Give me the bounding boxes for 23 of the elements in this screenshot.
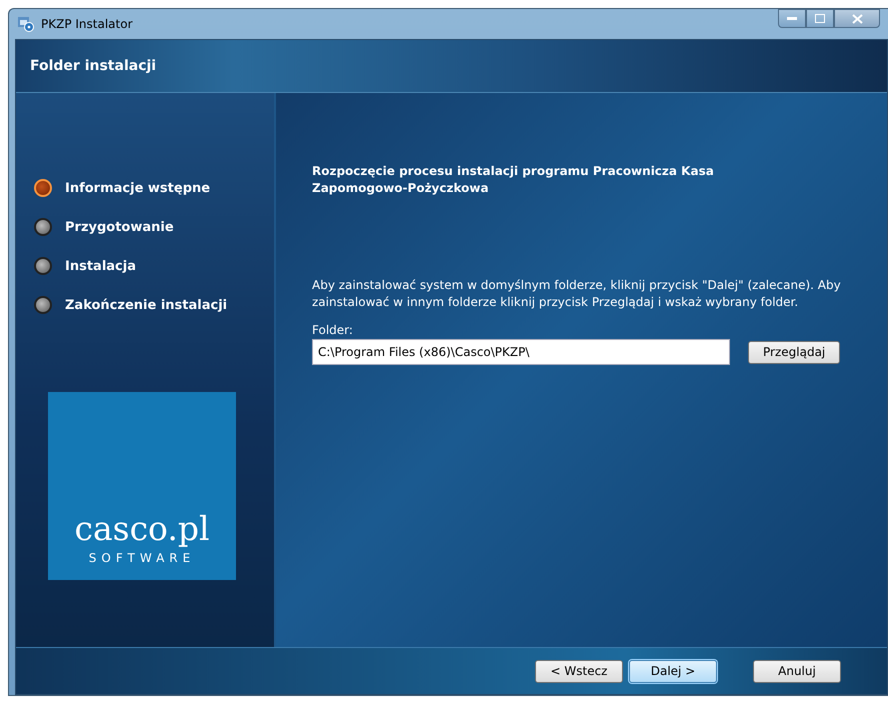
nav-button[interactable]: Dalej >: [629, 660, 717, 682]
logo-name: casco.pl: [74, 510, 210, 547]
folder-field[interactable]: C:\Program Files (x86)\Casco\PKZP\: [312, 339, 730, 365]
page-title: Folder instalacji: [30, 58, 156, 74]
step-label: Instalacja: [65, 258, 136, 274]
browse-button[interactable]: Przeglądaj: [748, 340, 840, 364]
window-title: PKZP Instalator: [41, 17, 132, 31]
step-label: Informacje wstępne: [65, 180, 210, 196]
maximize-icon: [815, 14, 825, 23]
close-icon: [852, 14, 862, 24]
logo-tagline: SOFTWARE: [88, 551, 196, 565]
nav-button[interactable]: < Wstecz: [535, 660, 623, 682]
description-text: Aby zainstalować system w domyślnym folderze, kliknij przycisk "Dalej" (zalecane). Aby zainstalować w innym folderze kliknij przycisk Przeglądaj i wskaż wybrany folder.: [312, 277, 842, 311]
step-label: Przygotowanie: [65, 220, 174, 234]
installer-icon: [17, 15, 35, 33]
maximize-button[interactable]: [806, 9, 834, 28]
folder-label: Folder:: [312, 323, 354, 337]
close-button[interactable]: [834, 9, 880, 28]
minimize-button[interactable]: [778, 9, 806, 28]
content-heading: Rozpoczęcie procesu instalacji programu Pracownicza Kasa Zapomogowo-Pożyczkowa: [312, 163, 715, 197]
minimize-icon: [787, 16, 797, 20]
step-label: Zakończenie instalacji: [65, 298, 228, 312]
nav-button[interactable]: Anuluj: [753, 660, 841, 682]
